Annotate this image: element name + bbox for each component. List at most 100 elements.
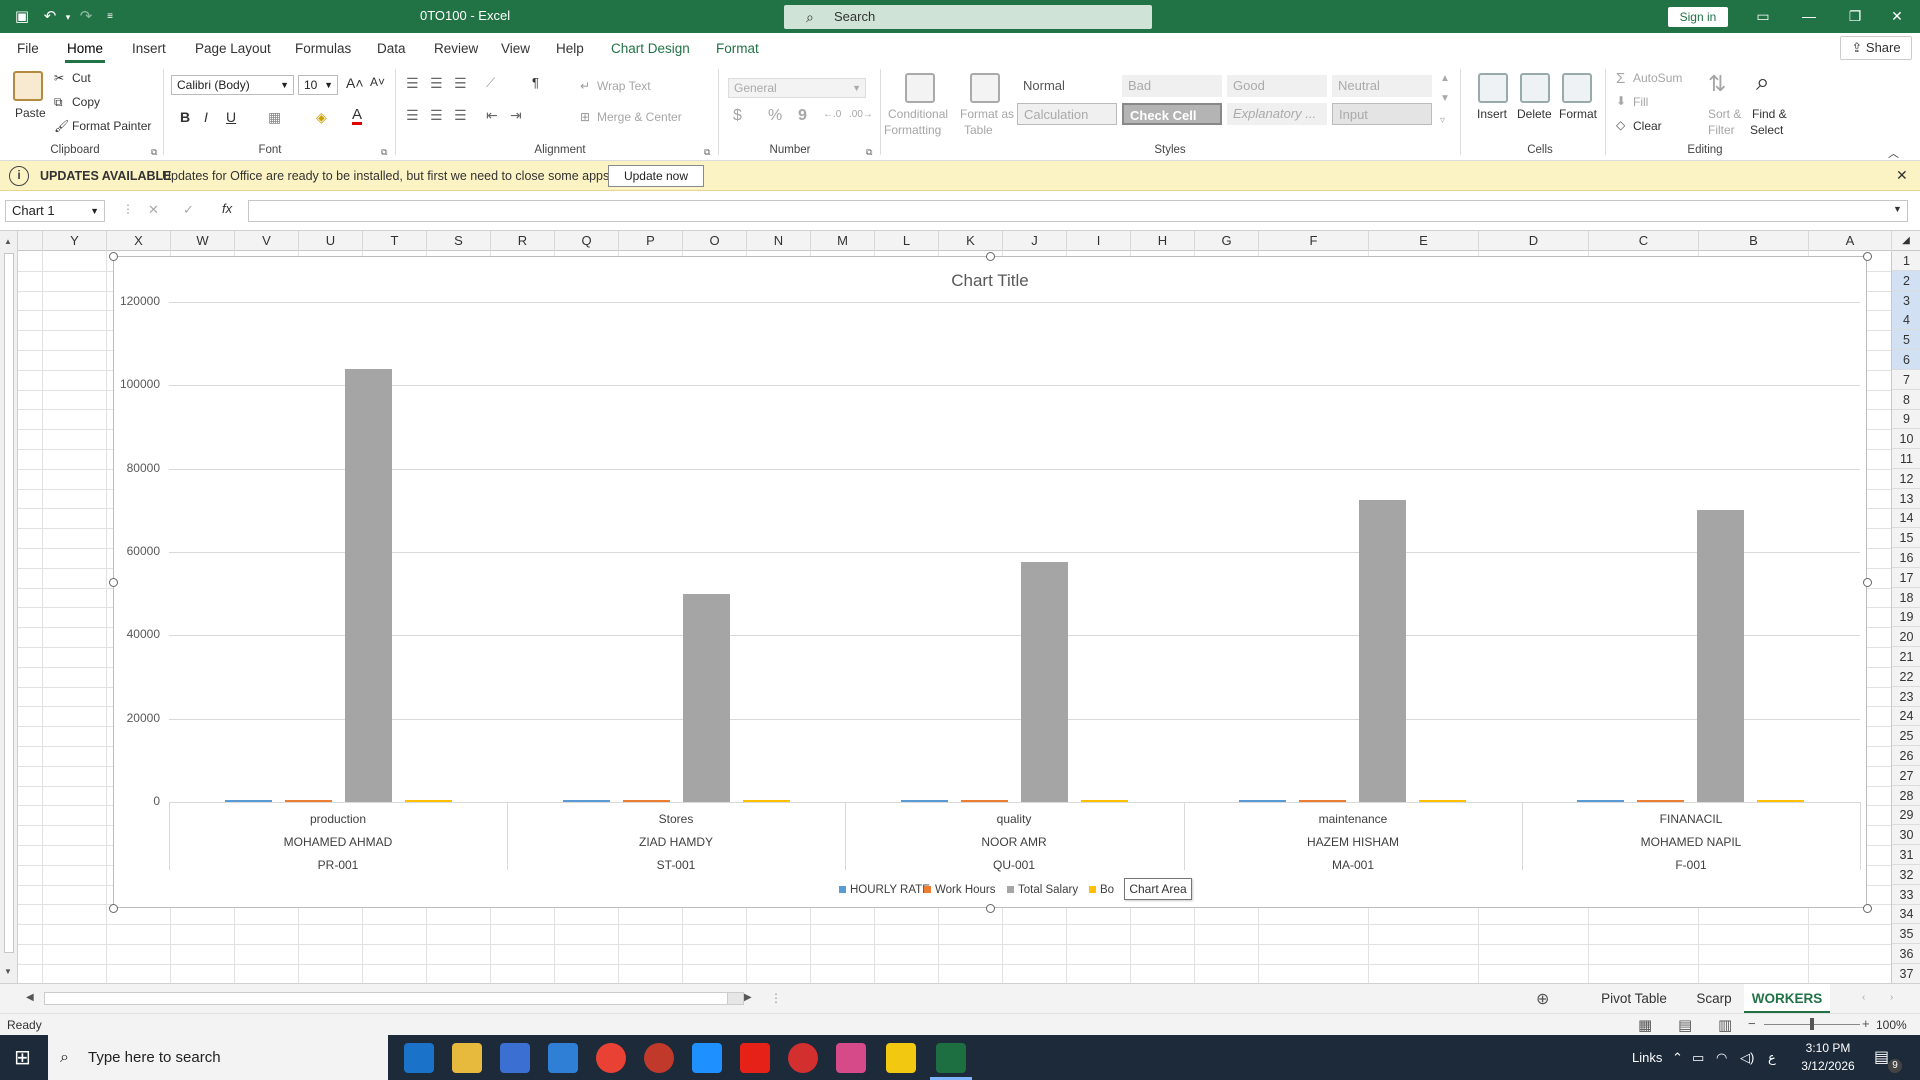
volume-icon[interactable]: ◁)	[1740, 1035, 1754, 1080]
align-left-icon[interactable]: ☰	[406, 107, 419, 124]
scrollbar-thumb[interactable]	[4, 253, 14, 953]
sheet-tab-pivot-table[interactable]: Pivot Table	[1584, 984, 1684, 1014]
bar-work-hours[interactable]	[1637, 800, 1684, 802]
row-header-30[interactable]: 30	[1892, 825, 1920, 845]
resize-handle[interactable]	[986, 252, 995, 261]
column-header-x[interactable]: X	[106, 231, 170, 251]
page-break-view-icon[interactable]: ▥	[1718, 1016, 1732, 1034]
row-header-11[interactable]: 11	[1892, 449, 1920, 469]
row-header-16[interactable]: 16	[1892, 548, 1920, 568]
row-header-7[interactable]: 7	[1892, 370, 1920, 390]
battery-icon[interactable]: ▭	[1692, 1035, 1704, 1080]
splitter-icon[interactable]: ⋮	[770, 991, 782, 1005]
row-header-2[interactable]: 2	[1892, 271, 1920, 291]
column-header-v[interactable]: V	[234, 231, 298, 251]
name-box[interactable]: Chart 1 ▼	[5, 200, 105, 222]
column-header-p[interactable]: P	[618, 231, 682, 251]
notifications-icon[interactable]: ▤	[1874, 1035, 1889, 1080]
column-header-i[interactable]: I	[1066, 231, 1130, 251]
column-header-g[interactable]: G	[1194, 231, 1258, 251]
scroll-left-icon[interactable]: ◀	[26, 992, 34, 1003]
copy-button[interactable]: Copy	[72, 95, 100, 109]
number-launcher-icon[interactable]: ⧉	[866, 147, 872, 158]
clear-button[interactable]: Clear	[1633, 119, 1662, 133]
align-bottom-icon[interactable]: ☰	[454, 75, 467, 92]
row-header-28[interactable]: 28	[1892, 786, 1920, 806]
expand-formula-icon[interactable]: ▼	[1893, 204, 1902, 214]
row-header-36[interactable]: 36	[1892, 944, 1920, 964]
sort-filter-button[interactable]: Sort &	[1708, 107, 1741, 121]
style-input[interactable]: Input	[1332, 103, 1432, 125]
wrap-text-button[interactable]: Wrap Text	[597, 79, 651, 93]
new-sheet-icon[interactable]: ⊕	[1536, 989, 1549, 1009]
row-header-24[interactable]: 24	[1892, 706, 1920, 726]
decrease-indent-icon[interactable]: ⇤	[486, 107, 498, 124]
column-header-f[interactable]: F	[1258, 231, 1368, 251]
wrap-text-icon[interactable]: ↵	[580, 79, 590, 93]
conditional-formatting-button[interactable]: Conditional	[888, 107, 948, 121]
bar-hourly-rate[interactable]	[901, 800, 948, 802]
resize-handle[interactable]	[1863, 578, 1872, 587]
format-painter-button[interactable]: Format Painter	[72, 119, 151, 133]
tab-insert[interactable]: Insert	[132, 41, 166, 56]
row-header-31[interactable]: 31	[1892, 845, 1920, 865]
enter-icon[interactable]: ✓	[183, 202, 194, 218]
format-as-table-button[interactable]: Format as	[960, 107, 1014, 121]
decrease-decimal-icon[interactable]: .00→	[849, 109, 873, 120]
row-header-21[interactable]: 21	[1892, 647, 1920, 667]
comma-button[interactable]: 9	[798, 107, 807, 125]
format-painter-icon[interactable]: 🖌	[54, 119, 69, 133]
clear-icon[interactable]: ◇	[1616, 118, 1625, 132]
tab-view[interactable]: View	[501, 41, 530, 56]
column-header-o[interactable]: O	[682, 231, 746, 251]
close-icon[interactable]: ✕	[1896, 167, 1908, 184]
bar-hourly-rate[interactable]	[1577, 800, 1624, 802]
cancel-icon[interactable]: ✕	[148, 202, 159, 218]
app-icon[interactable]	[836, 1043, 866, 1073]
row-header-19[interactable]: 19	[1892, 607, 1920, 627]
paste-button[interactable]: Paste	[15, 106, 46, 120]
search-box[interactable]: ⌕ Search	[784, 5, 1152, 29]
column-header-n[interactable]: N	[746, 231, 810, 251]
number-format-combo[interactable]: General ▼	[728, 78, 866, 98]
zoom-out-icon[interactable]: −	[1748, 1016, 1756, 1031]
bar-hourly-rate[interactable]	[225, 800, 272, 802]
column-header-d[interactable]: D	[1478, 231, 1588, 251]
rtl-icon[interactable]: ¶	[532, 75, 539, 90]
row-header-27[interactable]: 27	[1892, 766, 1920, 786]
tab-formulas[interactable]: Formulas	[295, 41, 351, 56]
underline-button[interactable]: U	[226, 109, 236, 125]
clipboard-launcher-icon[interactable]: ⧉	[151, 147, 157, 158]
merge-icon[interactable]: ⊞	[580, 110, 590, 124]
chart-title[interactable]: Chart Title	[114, 271, 1866, 291]
row-header-33[interactable]: 33	[1892, 885, 1920, 905]
powerbi-icon[interactable]	[886, 1043, 916, 1073]
insert-cells-icon[interactable]	[1478, 73, 1508, 103]
collapse-ribbon-icon[interactable]: ︿	[1888, 145, 1899, 161]
delete-cells-button[interactable]: Delete	[1517, 107, 1552, 121]
row-header-15[interactable]: 15	[1892, 528, 1920, 548]
bar-bo[interactable]	[1081, 800, 1128, 802]
bold-button[interactable]: B	[180, 109, 190, 125]
zoom-in-icon[interactable]: +	[1862, 1016, 1870, 1031]
bar-total-salary[interactable]	[683, 594, 730, 802]
find-select-button[interactable]: Find &	[1752, 107, 1787, 121]
share-button[interactable]: ⇪ Share	[1840, 36, 1912, 60]
cut-button[interactable]: Cut	[72, 71, 91, 85]
formula-input[interactable]	[248, 200, 1908, 222]
bar-bo[interactable]	[1757, 800, 1804, 802]
edge-icon[interactable]	[404, 1043, 434, 1073]
align-right-icon[interactable]: ☰	[454, 107, 467, 124]
font-launcher-icon[interactable]: ⧉	[381, 147, 387, 158]
font-name-combo[interactable]: Calibri (Body) ▼	[171, 75, 294, 95]
row-header-12[interactable]: 12	[1892, 469, 1920, 489]
resize-handle[interactable]	[109, 578, 118, 587]
style-check-cell[interactable]: Check Cell	[1122, 103, 1222, 125]
column-header-r[interactable]: R	[490, 231, 554, 251]
page-layout-view-icon[interactable]: ▤	[1678, 1016, 1692, 1034]
prev-sheet-icon[interactable]: ‹	[1862, 992, 1865, 1003]
wifi-icon[interactable]: ◠	[1716, 1035, 1727, 1080]
bar-work-hours[interactable]	[623, 800, 670, 802]
normal-view-icon[interactable]: ▦	[1638, 1016, 1652, 1034]
row-header-17[interactable]: 17	[1892, 568, 1920, 588]
